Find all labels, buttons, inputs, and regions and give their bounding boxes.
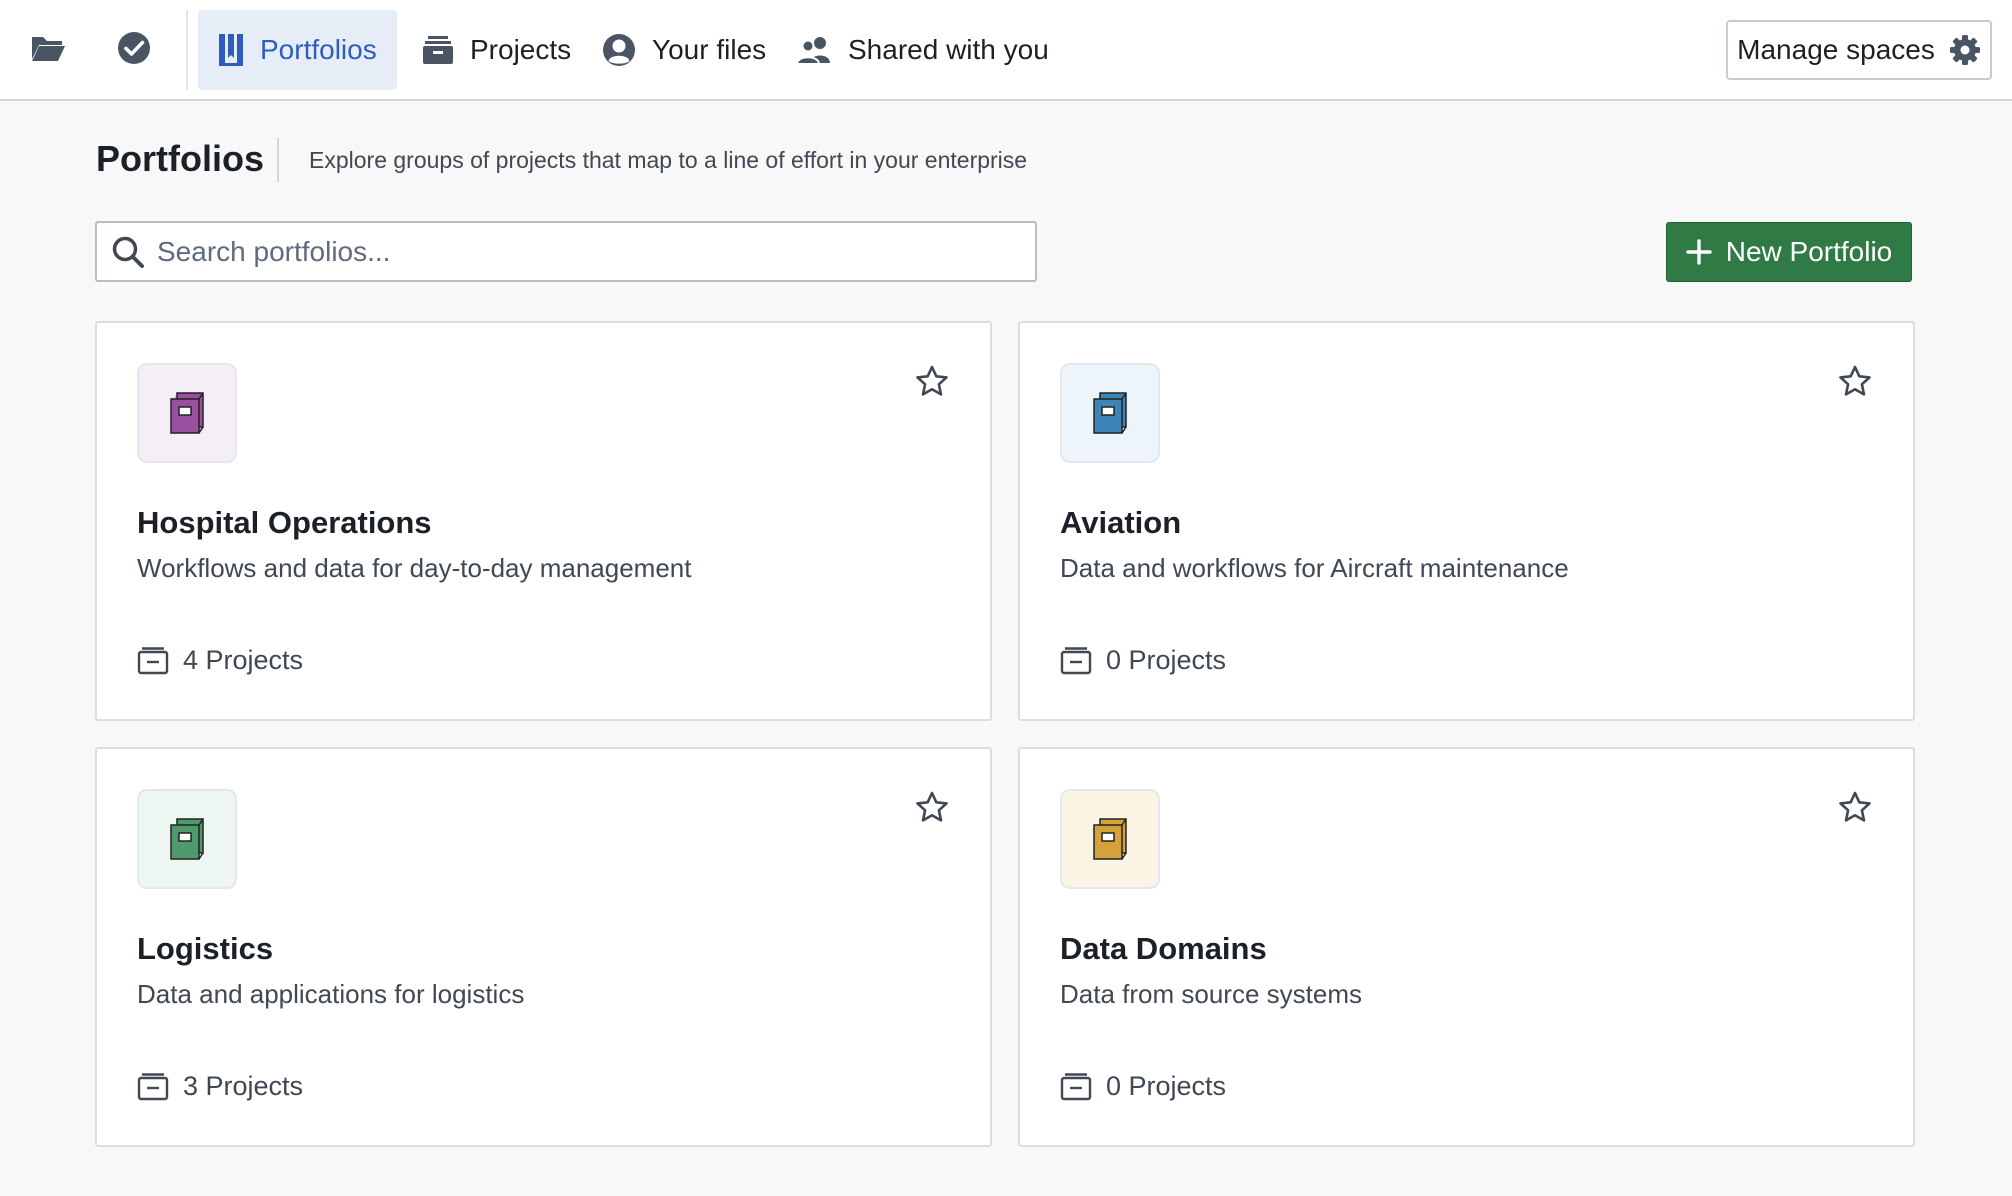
folder-open-icon[interactable] <box>26 26 70 70</box>
page-title: Portfolios <box>96 138 264 179</box>
portfolio-icon-box <box>1060 789 1160 889</box>
portfolio-name: Logistics <box>137 931 274 966</box>
project-count-label: 0 Projects <box>1106 645 1227 675</box>
star-icon[interactable] <box>1835 361 1875 401</box>
star-icon[interactable] <box>912 361 952 401</box>
book-icon <box>1093 818 1127 860</box>
user-icon <box>603 34 635 66</box>
gear-icon <box>1949 35 1980 65</box>
tab-portfolios[interactable]: Portfolios <box>198 10 397 90</box>
tab-label: Your files <box>652 34 767 65</box>
portfolio-description: Data from source systems <box>1060 979 1362 1009</box>
top-navigation-bar: Portfolios Projects Your files Shared wi… <box>0 0 2012 101</box>
search-icon <box>111 235 145 269</box>
book-icon <box>170 392 204 434</box>
tab-your-files[interactable]: Your files <box>582 10 786 90</box>
project-count-label: 0 Projects <box>1106 1071 1227 1101</box>
tab-label: Projects <box>470 34 572 65</box>
search-box <box>95 221 1037 282</box>
portfolio-name: Aviation <box>1060 505 1182 540</box>
plus-icon <box>1686 239 1712 265</box>
projects-icon <box>1060 1072 1092 1100</box>
tab-label: Shared with you <box>848 34 1049 65</box>
manage-spaces-button[interactable]: Manage spaces <box>1726 20 1992 80</box>
project-count: 4 Projects <box>137 645 303 676</box>
tab-shared-with-you[interactable]: Shared with you <box>776 10 1069 90</box>
projects-icon <box>1060 646 1092 674</box>
new-portfolio-label: New Portfolio <box>1725 236 1893 267</box>
portfolio-card-aviation[interactable]: Aviation Data and workflows for Aircraft… <box>1018 321 1915 721</box>
portfolio-description: Data and applications for logistics <box>137 979 525 1009</box>
portfolio-name: Data Domains <box>1060 931 1267 966</box>
star-icon[interactable] <box>912 787 952 827</box>
project-count: 3 Projects <box>137 1071 303 1102</box>
check-circle-icon[interactable] <box>112 26 156 70</box>
star-icon[interactable] <box>1835 787 1875 827</box>
book-icon <box>1093 392 1127 434</box>
project-count: 0 Projects <box>1060 1071 1226 1102</box>
book-icon <box>170 818 204 860</box>
search-input[interactable] <box>157 235 1017 268</box>
projects-icon <box>423 36 453 64</box>
people-icon <box>796 37 830 65</box>
nav-divider <box>186 10 188 90</box>
portfolio-icon-box <box>1060 363 1160 463</box>
portfolio-description: Data and workflows for Aircraft maintena… <box>1060 553 1569 583</box>
projects-icon <box>137 1072 169 1100</box>
portfolio-card-data-domains[interactable]: Data Domains Data from source systems 0 … <box>1018 747 1915 1147</box>
project-count: 0 Projects <box>1060 645 1226 676</box>
portfolio-description: Workflows and data for day-to-day manage… <box>137 553 692 583</box>
project-count-label: 4 Projects <box>183 645 304 675</box>
tab-projects[interactable]: Projects <box>402 10 591 90</box>
portfolio-name: Hospital Operations <box>137 505 432 540</box>
new-portfolio-button[interactable]: New Portfolio <box>1666 222 1912 282</box>
title-divider <box>277 138 279 182</box>
portfolio-icon-box <box>137 363 237 463</box>
portfolio-icon <box>219 34 243 66</box>
page-subtitle: Explore groups of projects that map to a… <box>309 147 1028 173</box>
portfolio-card-hospital-operations[interactable]: Hospital Operations Workflows and data f… <box>95 321 992 721</box>
portfolio-card-logistics[interactable]: Logistics Data and applications for logi… <box>95 747 992 1147</box>
tab-label: Portfolios <box>260 34 377 65</box>
projects-icon <box>137 646 169 674</box>
portfolio-icon-box <box>137 789 237 889</box>
manage-spaces-label: Manage spaces <box>1737 34 1935 65</box>
project-count-label: 3 Projects <box>183 1071 304 1101</box>
